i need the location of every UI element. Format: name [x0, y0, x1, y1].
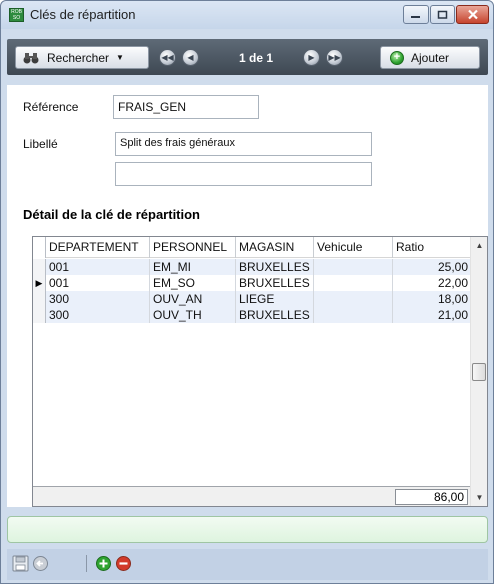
- delete-row-icon: [115, 555, 131, 571]
- table-row[interactable]: 001 EM_MI BRUXELLES 25,00: [33, 259, 471, 275]
- table-row[interactable]: 300 OUV_TH BRUXELLES 21,00: [33, 307, 471, 323]
- ratio-total: 86,00: [395, 489, 468, 505]
- row-selector[interactable]: [33, 291, 46, 307]
- cell-departement[interactable]: 300: [46, 291, 150, 307]
- table-row[interactable]: 300 OUV_AN LIEGE 18,00: [33, 291, 471, 307]
- app-window: ROB SO Clés de répartition Rechercher ▼ …: [0, 0, 494, 584]
- next-record-button[interactable]: ▶: [303, 49, 320, 66]
- cell-magasin[interactable]: BRUXELLES: [236, 275, 314, 291]
- first-record-button[interactable]: ◀◀: [159, 49, 176, 66]
- grid-header: DEPARTEMENT PERSONNEL MAGASIN Vehicule R…: [33, 237, 471, 258]
- close-button[interactable]: [456, 5, 489, 24]
- cell-vehicule[interactable]: [314, 259, 393, 275]
- libelle-field[interactable]: Split des frais généraux: [115, 132, 372, 156]
- column-header-ratio[interactable]: Ratio: [393, 237, 470, 258]
- cell-personnel[interactable]: EM_MI: [150, 259, 236, 275]
- previous-icon: ◀: [187, 53, 194, 62]
- column-header-magasin[interactable]: MAGASIN: [236, 237, 314, 258]
- cell-ratio[interactable]: 18,00: [393, 291, 471, 307]
- next-icon: ▶: [308, 53, 315, 62]
- binoculars-icon: [23, 52, 39, 63]
- title-bar[interactable]: ROB SO Clés de répartition: [1, 1, 493, 29]
- cell-magasin[interactable]: LIEGE: [236, 291, 314, 307]
- last-record-button[interactable]: ▶▶: [326, 49, 343, 66]
- status-message-bar: [7, 516, 488, 543]
- cell-personnel[interactable]: EM_SO: [150, 275, 236, 291]
- cancel-edit-button[interactable]: [31, 554, 49, 572]
- table-row[interactable]: ▶ 001 EM_SO BRUXELLES 22,00: [33, 275, 471, 291]
- grid-footer: 86,00: [33, 486, 471, 506]
- cell-personnel[interactable]: OUV_AN: [150, 291, 236, 307]
- cell-departement[interactable]: 001: [46, 275, 150, 291]
- detail-grid[interactable]: DEPARTEMENT PERSONNEL MAGASIN Vehicule R…: [32, 236, 488, 507]
- minimize-button[interactable]: [403, 5, 429, 24]
- scrollbar-thumb[interactable]: [472, 363, 486, 381]
- add-row-button[interactable]: [94, 554, 112, 572]
- chevron-down-icon: ▼: [116, 53, 124, 62]
- last-icon: ▶▶: [328, 53, 341, 62]
- vertical-scrollbar[interactable]: ▲ ▼: [470, 237, 487, 506]
- cell-departement[interactable]: 001: [46, 259, 150, 275]
- add-icon: +: [390, 50, 404, 65]
- column-header-vehicule[interactable]: Vehicule: [314, 237, 393, 258]
- cell-magasin[interactable]: BRUXELLES: [236, 307, 314, 323]
- column-header-personnel[interactable]: PERSONNEL: [150, 237, 236, 258]
- first-icon: ◀◀: [161, 53, 174, 62]
- save-icon: [12, 555, 28, 571]
- search-button[interactable]: Rechercher ▼: [15, 46, 149, 69]
- toolbar-separator: [86, 555, 87, 572]
- scroll-down-icon[interactable]: ▼: [471, 489, 488, 506]
- delete-row-button[interactable]: [114, 554, 132, 572]
- maximize-button[interactable]: [430, 5, 455, 24]
- cell-vehicule[interactable]: [314, 275, 393, 291]
- maximize-icon: [437, 10, 447, 19]
- cell-ratio[interactable]: 25,00: [393, 259, 471, 275]
- libelle-secondary-field[interactable]: [115, 162, 372, 186]
- minimize-icon: [411, 15, 420, 18]
- libelle-label: Libellé: [23, 137, 58, 151]
- column-header-departement[interactable]: DEPARTEMENT: [46, 237, 150, 258]
- bottom-toolbar: [7, 549, 488, 580]
- cell-magasin[interactable]: BRUXELLES: [236, 259, 314, 275]
- cell-ratio[interactable]: 21,00: [393, 307, 471, 323]
- search-label: Rechercher: [47, 50, 110, 65]
- reference-label: Référence: [23, 100, 79, 114]
- row-header-corner: [33, 237, 46, 258]
- window-title: Clés de répartition: [30, 7, 136, 22]
- cell-ratio[interactable]: 22,00: [393, 275, 471, 291]
- close-icon: [467, 9, 478, 20]
- add-button[interactable]: + Ajouter: [380, 46, 480, 69]
- cell-vehicule[interactable]: [314, 307, 393, 323]
- row-selector[interactable]: [33, 307, 46, 323]
- reference-field[interactable]: FRAIS_GEN: [113, 95, 259, 119]
- page-indicator: 1 de 1: [239, 51, 274, 65]
- toolbar: Rechercher ▼ ◀◀ ◀ 1 de 1 ▶ ▶▶ + Ajouter: [7, 39, 488, 75]
- row-selector[interactable]: [33, 259, 46, 275]
- previous-record-button[interactable]: ◀: [182, 49, 199, 66]
- add-label: Ajouter: [411, 50, 450, 65]
- scroll-up-icon[interactable]: ▲: [471, 237, 488, 254]
- save-button[interactable]: [11, 554, 29, 572]
- undo-icon: [32, 555, 48, 571]
- section-title: Détail de la clé de répartition: [23, 207, 200, 222]
- add-row-icon: [95, 555, 111, 571]
- cell-vehicule[interactable]: [314, 291, 393, 307]
- app-icon: ROB SO: [9, 8, 24, 22]
- cell-personnel[interactable]: OUV_TH: [150, 307, 236, 323]
- cell-departement[interactable]: 300: [46, 307, 150, 323]
- current-row-indicator-icon[interactable]: ▶: [33, 275, 46, 291]
